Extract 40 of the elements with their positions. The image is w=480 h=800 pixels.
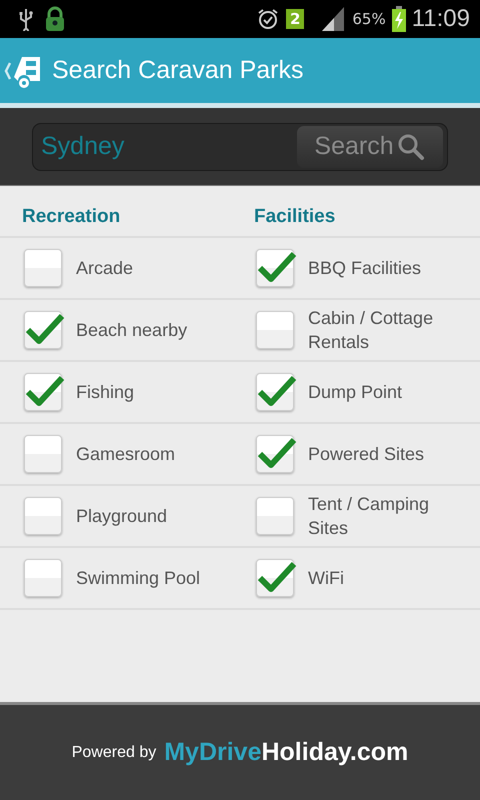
- checkbox[interactable]: [256, 249, 294, 287]
- usb-icon: [18, 7, 34, 31]
- checkbox[interactable]: [24, 497, 62, 535]
- option-label: Swimming Pool: [76, 567, 200, 590]
- option-label: Beach nearby: [76, 319, 188, 342]
- checkbox[interactable]: [256, 373, 294, 411]
- clock: 11:09: [412, 5, 470, 33]
- column-heading: Facilities: [254, 206, 336, 228]
- option-label: Gamesroom: [76, 443, 176, 466]
- checkbox[interactable]: [256, 559, 294, 597]
- checkbox[interactable]: [24, 249, 62, 287]
- option-label: BBQ Facilities: [308, 257, 422, 280]
- sim-badge: 2: [286, 9, 304, 29]
- search-icon: [396, 132, 426, 162]
- option-label: WiFi: [308, 567, 344, 590]
- checkbox[interactable]: [24, 435, 62, 473]
- screen-title: Search Caravan Parks: [52, 56, 304, 85]
- brand-logo: MyDriveHoliday.com: [164, 738, 408, 767]
- alarm-icon: [256, 7, 280, 31]
- powered-by-text: Powered by: [72, 744, 156, 762]
- search-button[interactable]: Search: [297, 126, 443, 168]
- checkbox[interactable]: [256, 311, 294, 349]
- option-label: Cabin / Cottage Rentals: [308, 307, 434, 354]
- search-field[interactable]: Sydney Search: [32, 122, 448, 170]
- option-label: Tent / Camping Sites: [308, 493, 430, 540]
- column-heading: Recreation: [22, 206, 122, 228]
- battery-percent: 65%: [352, 10, 386, 28]
- checkbox[interactable]: [24, 373, 62, 411]
- checkbox[interactable]: [24, 559, 62, 597]
- lock-icon: [44, 6, 66, 32]
- checkbox[interactable]: [256, 497, 294, 535]
- option-label: Dump Point: [308, 381, 402, 404]
- option-label: Powered Sites: [308, 443, 424, 466]
- option-label: Playground: [76, 505, 168, 528]
- checkbox[interactable]: [256, 435, 294, 473]
- option-label: Arcade: [76, 257, 134, 280]
- signal-icon: [320, 7, 346, 31]
- option-label: Fishing: [76, 381, 134, 404]
- battery-charging-icon: [392, 6, 406, 32]
- checkbox[interactable]: [24, 311, 62, 349]
